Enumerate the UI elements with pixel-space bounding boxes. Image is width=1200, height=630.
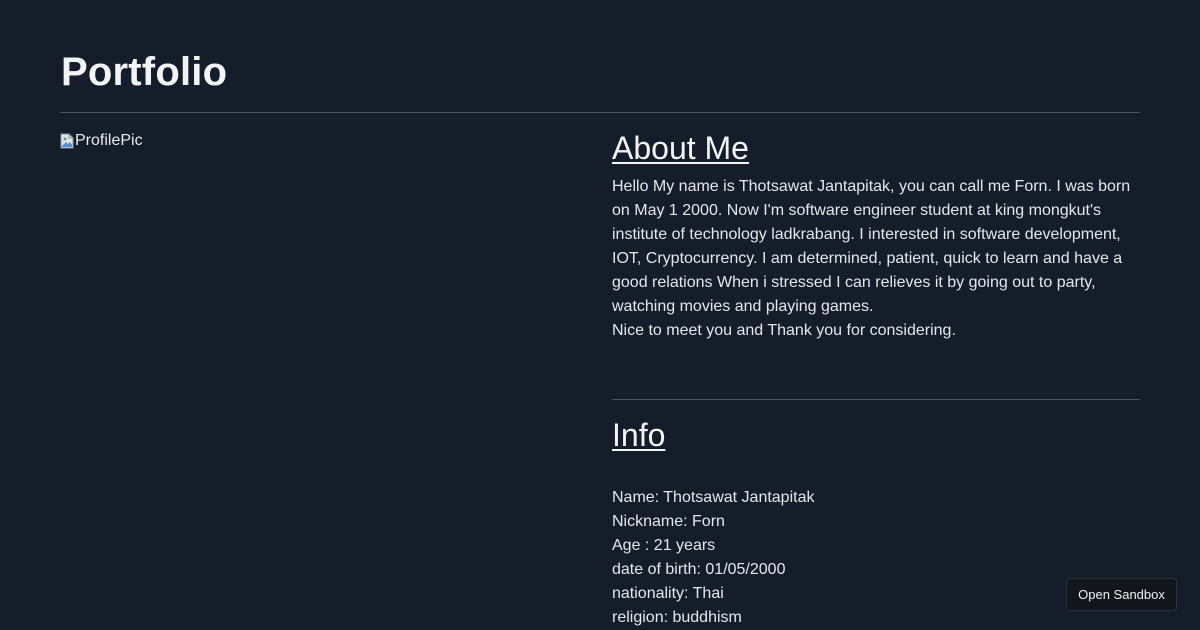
info-list: Name: Thotsawat Jantapitak Nickname: For… <box>612 486 814 630</box>
about-me-closing: Nice to meet you and Thank you for consi… <box>612 322 956 339</box>
header-divider <box>60 112 1140 113</box>
broken-image-icon <box>60 133 74 149</box>
about-me-text: Hello My name is Thotsawat Jantapitak, y… <box>612 175 1144 343</box>
info-item-religion: religion: buddhism <box>612 609 742 626</box>
info-item-name: Name: Thotsawat Jantapitak <box>612 489 815 506</box>
info-item-nationality: nationality: Thai <box>612 585 724 602</box>
about-me-paragraph: Hello My name is Thotsawat Jantapitak, y… <box>612 178 1131 315</box>
info-item-nickname: Nickname: Forn <box>612 513 725 530</box>
profile-picture: ProfilePic <box>60 131 143 151</box>
about-me-heading: About Me <box>612 130 749 166</box>
page-title: Portfolio <box>61 50 228 94</box>
info-item-date-of-birth: date of birth: 01/05/2000 <box>612 561 786 578</box>
info-heading: Info <box>612 417 666 453</box>
section-divider <box>612 399 1140 400</box>
portfolio-page: Portfolio ProfilePic About Me Hello My n… <box>0 0 1200 630</box>
open-sandbox-button[interactable]: Open Sandbox <box>1066 578 1177 611</box>
info-item-age: Age : 21 years <box>612 537 716 554</box>
profile-picture-alt-text: ProfilePic <box>75 132 143 149</box>
